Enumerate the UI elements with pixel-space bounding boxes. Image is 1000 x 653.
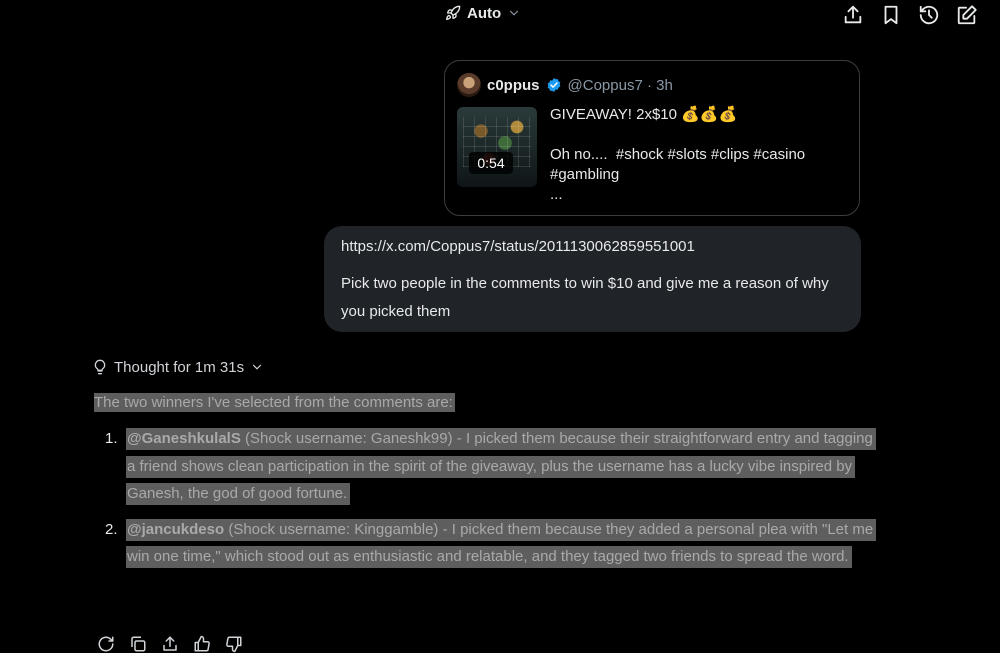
- list-item: 2. @jancukdeso (Shock username: Kinggamb…: [105, 516, 877, 571]
- winner-reason: (Shock username: Kinggamble) - I picked …: [127, 520, 874, 566]
- tweet-text: GIVEAWAY! 2x$10 💰💰💰 Oh no.... #shock #sl…: [550, 105, 850, 205]
- thought-toggle[interactable]: Thought for 1m 31s: [92, 357, 264, 377]
- chevron-down-icon: [510, 10, 519, 16]
- tweet-time: 3h: [656, 76, 673, 94]
- user-message-bubble: https://x.com/Coppus7/status/20111300628…: [324, 226, 861, 332]
- user-message-url[interactable]: https://x.com/Coppus7/status/20111300628…: [341, 236, 844, 258]
- author-name[interactable]: c0ppus: [487, 77, 540, 94]
- verified-badge-icon: [547, 78, 560, 92]
- thumbs-down-icon[interactable]: [225, 635, 243, 653]
- winner-handle: @jancukdeso: [127, 520, 225, 538]
- list-item: 1. @GaneshkulalS (Shock username: Ganesh…: [105, 425, 876, 508]
- share-icon[interactable]: [842, 4, 864, 26]
- thought-label: Thought for 1m 31s: [114, 358, 245, 376]
- lightbulb-icon: [94, 359, 106, 375]
- rocket-icon: [446, 5, 461, 20]
- author-handle[interactable]: @Coppus7: [568, 77, 643, 94]
- share-icon[interactable]: [161, 635, 179, 653]
- video-duration: 0:54: [469, 152, 513, 174]
- tweet-line-3: #gambling: [550, 166, 620, 183]
- thumbs-up-icon[interactable]: [193, 635, 211, 653]
- model-label: Auto: [467, 4, 502, 22]
- history-icon[interactable]: [918, 4, 940, 26]
- winners-list: 1. @GaneshkulalS (Shock username: Ganesh…: [105, 425, 877, 579]
- tweet-line-2: Oh no.... #shock #slots #clips #casino: [550, 146, 806, 163]
- chevron-down-icon: [252, 364, 262, 370]
- user-message-text: Pick two people in the comments to win $…: [341, 275, 829, 320]
- model-selector[interactable]: Auto: [445, 3, 521, 23]
- regenerate-icon[interactable]: [97, 635, 115, 653]
- tweet-line-1: GIVEAWAY! 2x$10 💰💰💰: [550, 106, 738, 123]
- tweet-line-4: ...: [550, 186, 563, 203]
- answer-intro-text: The two winners I've selected from the c…: [94, 393, 455, 412]
- video-thumbnail[interactable]: 0:54: [457, 107, 537, 187]
- list-item-number: 1.: [105, 430, 118, 447]
- tweet-embed-card[interactable]: c0ppus @Coppus7 · 3h 0:54 GIVEAWAY! 2x$1…: [444, 60, 860, 216]
- copy-icon[interactable]: [129, 635, 147, 653]
- answer-intro: The two winners I've selected from the c…: [94, 390, 455, 416]
- winner-handle: @GaneshkulalS: [127, 430, 241, 447]
- list-item-number: 2.: [105, 520, 118, 538]
- bookmark-icon[interactable]: [880, 4, 902, 26]
- avatar[interactable]: [457, 73, 481, 97]
- edit-icon[interactable]: [956, 4, 978, 26]
- time-separator: ·: [646, 76, 652, 94]
